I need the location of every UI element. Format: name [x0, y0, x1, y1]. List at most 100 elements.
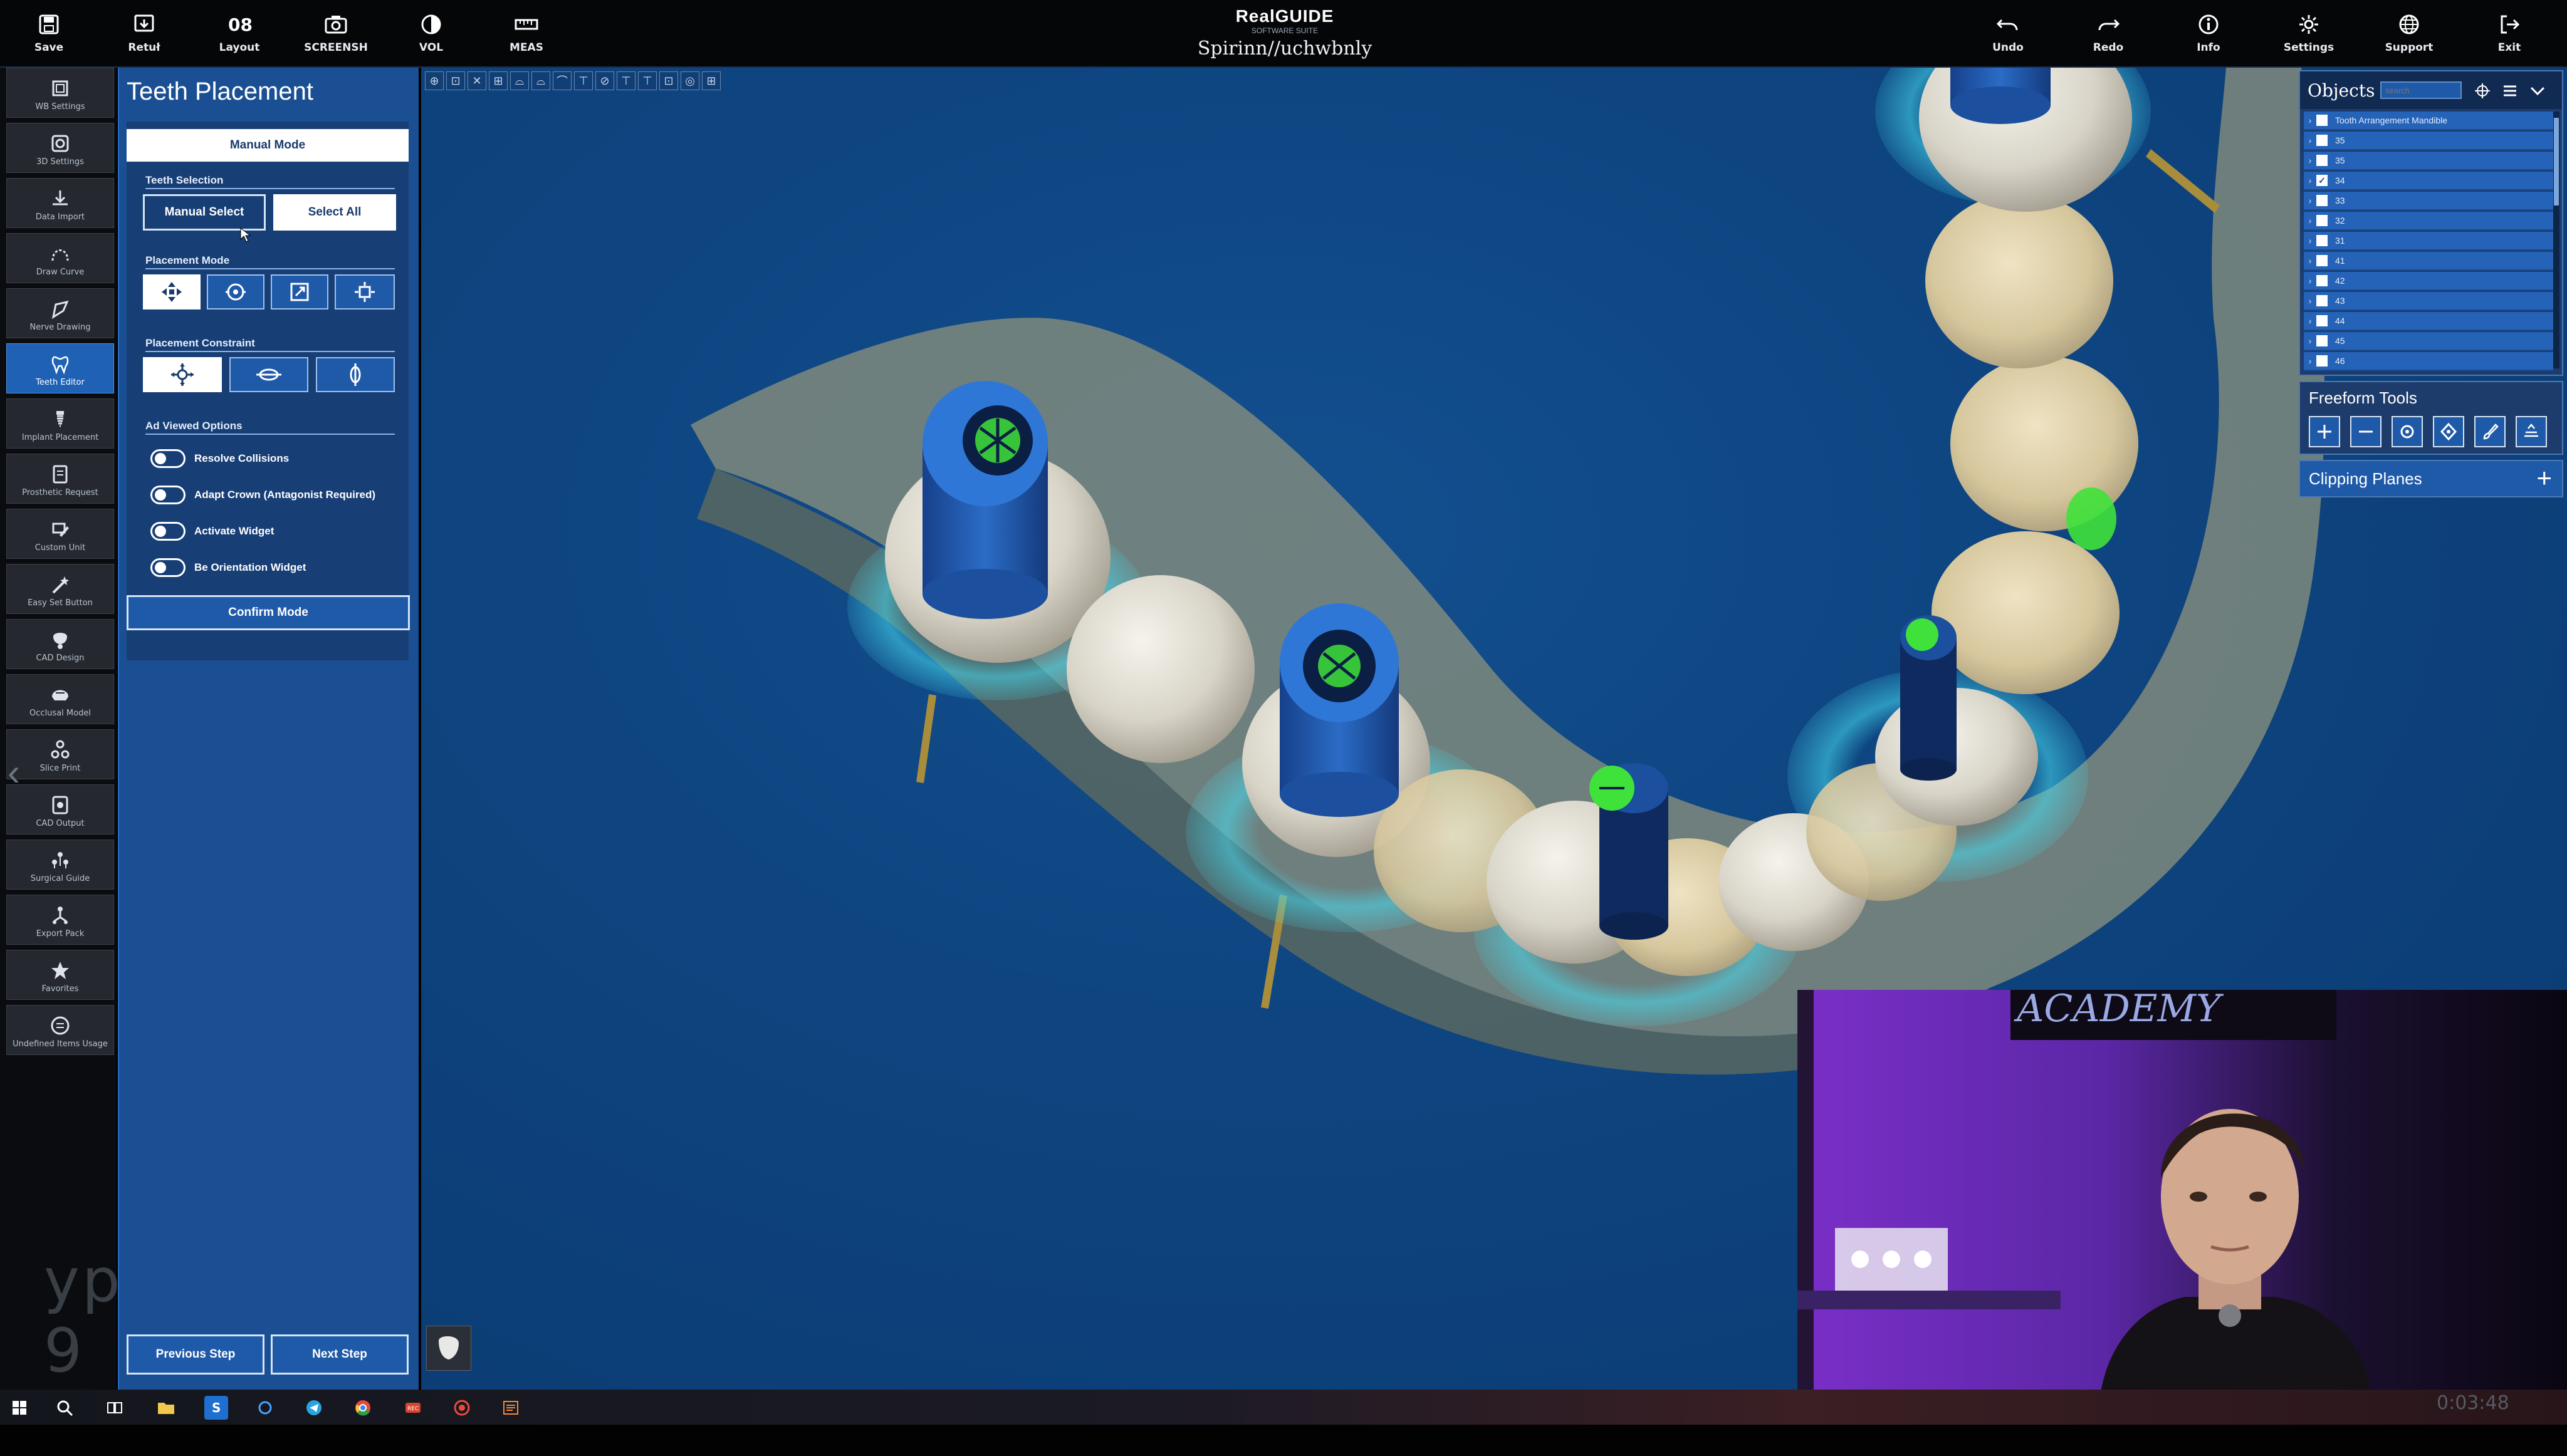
measure-button[interactable]: MEAS [489, 8, 564, 64]
sidebar-item-cad-design[interactable]: CAD Design [6, 619, 114, 669]
clipping-planes-panel[interactable]: Clipping Planes + [2299, 460, 2563, 497]
object-row[interactable]: › Tooth Arrangement Mandible [2304, 112, 2553, 130]
confirm-mode-button[interactable]: Confirm Mode [127, 595, 410, 630]
scrollbar-thumb[interactable] [2554, 118, 2559, 205]
freeform-brush-button[interactable] [2474, 416, 2506, 447]
object-row[interactable]: › 32 [2304, 212, 2553, 231]
sidebar-item-3d-settings[interactable]: 3D Settings [6, 123, 114, 173]
volume-button[interactable]: VOL [394, 8, 469, 64]
constraint-horizontal-button[interactable] [229, 357, 308, 392]
telegram-icon[interactable] [302, 1396, 326, 1420]
sidebar-item-custom-unit[interactable]: Custom Unit [6, 509, 114, 559]
import-button[interactable]: Retuł [107, 8, 182, 64]
sidebar-item-slice-print[interactable]: Slice Print [6, 729, 114, 779]
object-row[interactable]: › 41 [2304, 252, 2553, 271]
placement-mode-rotate-button[interactable] [207, 274, 264, 309]
expand-arrow-icon[interactable]: › [2304, 236, 2316, 246]
freeform-pin-button[interactable] [2433, 416, 2464, 447]
cortana-icon[interactable] [253, 1396, 277, 1420]
object-visibility-checkbox[interactable] [2316, 215, 2328, 226]
object-visibility-checkbox[interactable]: ✓ [2316, 175, 2328, 186]
hamburger-menu-icon[interactable] [2502, 83, 2518, 99]
crosshair-icon[interactable] [2474, 83, 2491, 99]
orientation-widget-toggle[interactable] [150, 558, 186, 577]
info-button[interactable]: Info [2171, 8, 2246, 64]
expand-arrow-icon[interactable]: › [2304, 135, 2316, 145]
resolve-collisions-toggle[interactable] [150, 449, 186, 468]
expand-arrow-icon[interactable]: › [2304, 316, 2316, 326]
previous-step-button[interactable]: Previous Step [127, 1334, 264, 1375]
sidebar-item-draw-curve[interactable]: Draw Curve [6, 233, 114, 283]
sidebar-item-data-import[interactable]: Data Import [6, 178, 114, 228]
object-visibility-checkbox[interactable] [2316, 255, 2328, 266]
sidebar-item-cad-output[interactable]: CAD Output [6, 784, 114, 835]
object-row[interactable]: › 33 [2304, 192, 2553, 211]
object-row[interactable]: › 35 [2304, 152, 2553, 170]
expand-arrow-icon[interactable]: › [2304, 216, 2316, 226]
object-row[interactable]: › 35 [2304, 132, 2553, 150]
sidebar-item-occlusal-model[interactable]: Occlusal Model [6, 674, 114, 724]
save-button[interactable]: Save [11, 8, 86, 64]
next-step-button[interactable]: Next Step [271, 1334, 409, 1375]
placement-mode-align-button[interactable] [335, 274, 395, 309]
sidebar-item-prosthetic-request[interactable]: Prosthetic Request [6, 454, 114, 504]
object-visibility-checkbox[interactable] [2316, 155, 2328, 166]
sidebar-item-wb-settings[interactable]: WB Settings [6, 68, 114, 118]
object-row[interactable]: › 43 [2304, 292, 2553, 311]
expand-arrow-icon[interactable]: › [2304, 155, 2316, 165]
expand-arrow-icon[interactable]: › [2304, 296, 2316, 306]
task-view-icon[interactable] [103, 1396, 127, 1420]
redo-button[interactable]: Redo [2071, 8, 2146, 64]
expand-arrow-icon[interactable]: › [2304, 175, 2316, 185]
expand-arrow-icon[interactable]: › [2304, 195, 2316, 205]
freeform-add-button[interactable] [2309, 416, 2340, 447]
manual-mode-button[interactable]: Manual Mode [127, 129, 409, 162]
screenshot-button[interactable]: SCREENSH [298, 8, 374, 64]
freeform-remove-button[interactable] [2350, 416, 2381, 447]
placement-mode-move-button[interactable] [143, 274, 201, 309]
object-visibility-checkbox[interactable] [2316, 235, 2328, 246]
presentation-icon[interactable] [499, 1396, 523, 1420]
sidebar-item-export-pack[interactable]: Export Pack [6, 895, 114, 945]
freeform-circle-button[interactable] [2392, 416, 2423, 447]
settings-button[interactable]: Settings [2271, 8, 2346, 64]
add-clipping-plane-icon[interactable]: + [2536, 465, 2552, 491]
freeform-smooth-button[interactable] [2516, 416, 2547, 447]
object-visibility-checkbox[interactable] [2316, 135, 2328, 146]
chrome-icon[interactable] [351, 1396, 375, 1420]
file-explorer-icon[interactable] [154, 1396, 178, 1420]
adapt-crown-toggle[interactable] [150, 486, 186, 504]
object-row[interactable]: › 46 [2304, 352, 2553, 371]
skype-icon[interactable]: S [204, 1396, 228, 1420]
object-row[interactable]: › ✓ 34 [2304, 172, 2553, 190]
constraint-vertical-button[interactable] [316, 357, 395, 392]
objects-search-input[interactable] [2380, 81, 2462, 99]
object-visibility-checkbox[interactable] [2316, 315, 2328, 326]
exit-button[interactable]: Exit [2472, 8, 2547, 64]
objects-scrollbar[interactable] [2553, 112, 2559, 368]
manual-select-button[interactable]: Manual Select [143, 194, 266, 231]
placement-mode-scale-button[interactable] [271, 274, 328, 309]
object-visibility-checkbox[interactable] [2316, 355, 2328, 367]
expand-arrow-icon[interactable]: › [2304, 356, 2316, 366]
object-row[interactable]: › 31 [2304, 232, 2553, 251]
undo-button[interactable]: Undo [1970, 8, 2046, 64]
activate-widget-toggle[interactable] [150, 522, 186, 541]
sidebar-item-favorites[interactable]: Favorites [6, 950, 114, 1000]
object-row[interactable]: › 44 [2304, 312, 2553, 331]
support-button[interactable]: Support [2371, 8, 2447, 64]
orientation-cube-button[interactable] [426, 1326, 471, 1371]
collapse-chevron-icon[interactable]: ‹ [8, 751, 20, 794]
sidebar-item-nerve-drawing[interactable]: Nerve Drawing [6, 288, 114, 338]
screen-recorder-icon[interactable] [450, 1396, 474, 1420]
expand-arrow-icon[interactable]: › [2304, 256, 2316, 266]
layout-button[interactable]: 08 Layout [202, 8, 277, 64]
select-all-button[interactable]: Select All [273, 194, 396, 231]
sidebar-item-undefined-items[interactable]: Undefined Items Usage [6, 1005, 114, 1055]
app-icon[interactable]: REC [401, 1396, 425, 1420]
chevron-down-icon[interactable] [2529, 84, 2546, 98]
sidebar-item-easy-set[interactable]: Easy Set Button [6, 564, 114, 614]
object-visibility-checkbox[interactable] [2316, 115, 2328, 126]
sidebar-item-surgical-guide[interactable]: Surgical Guide [6, 840, 114, 890]
expand-arrow-icon[interactable]: › [2304, 276, 2316, 286]
